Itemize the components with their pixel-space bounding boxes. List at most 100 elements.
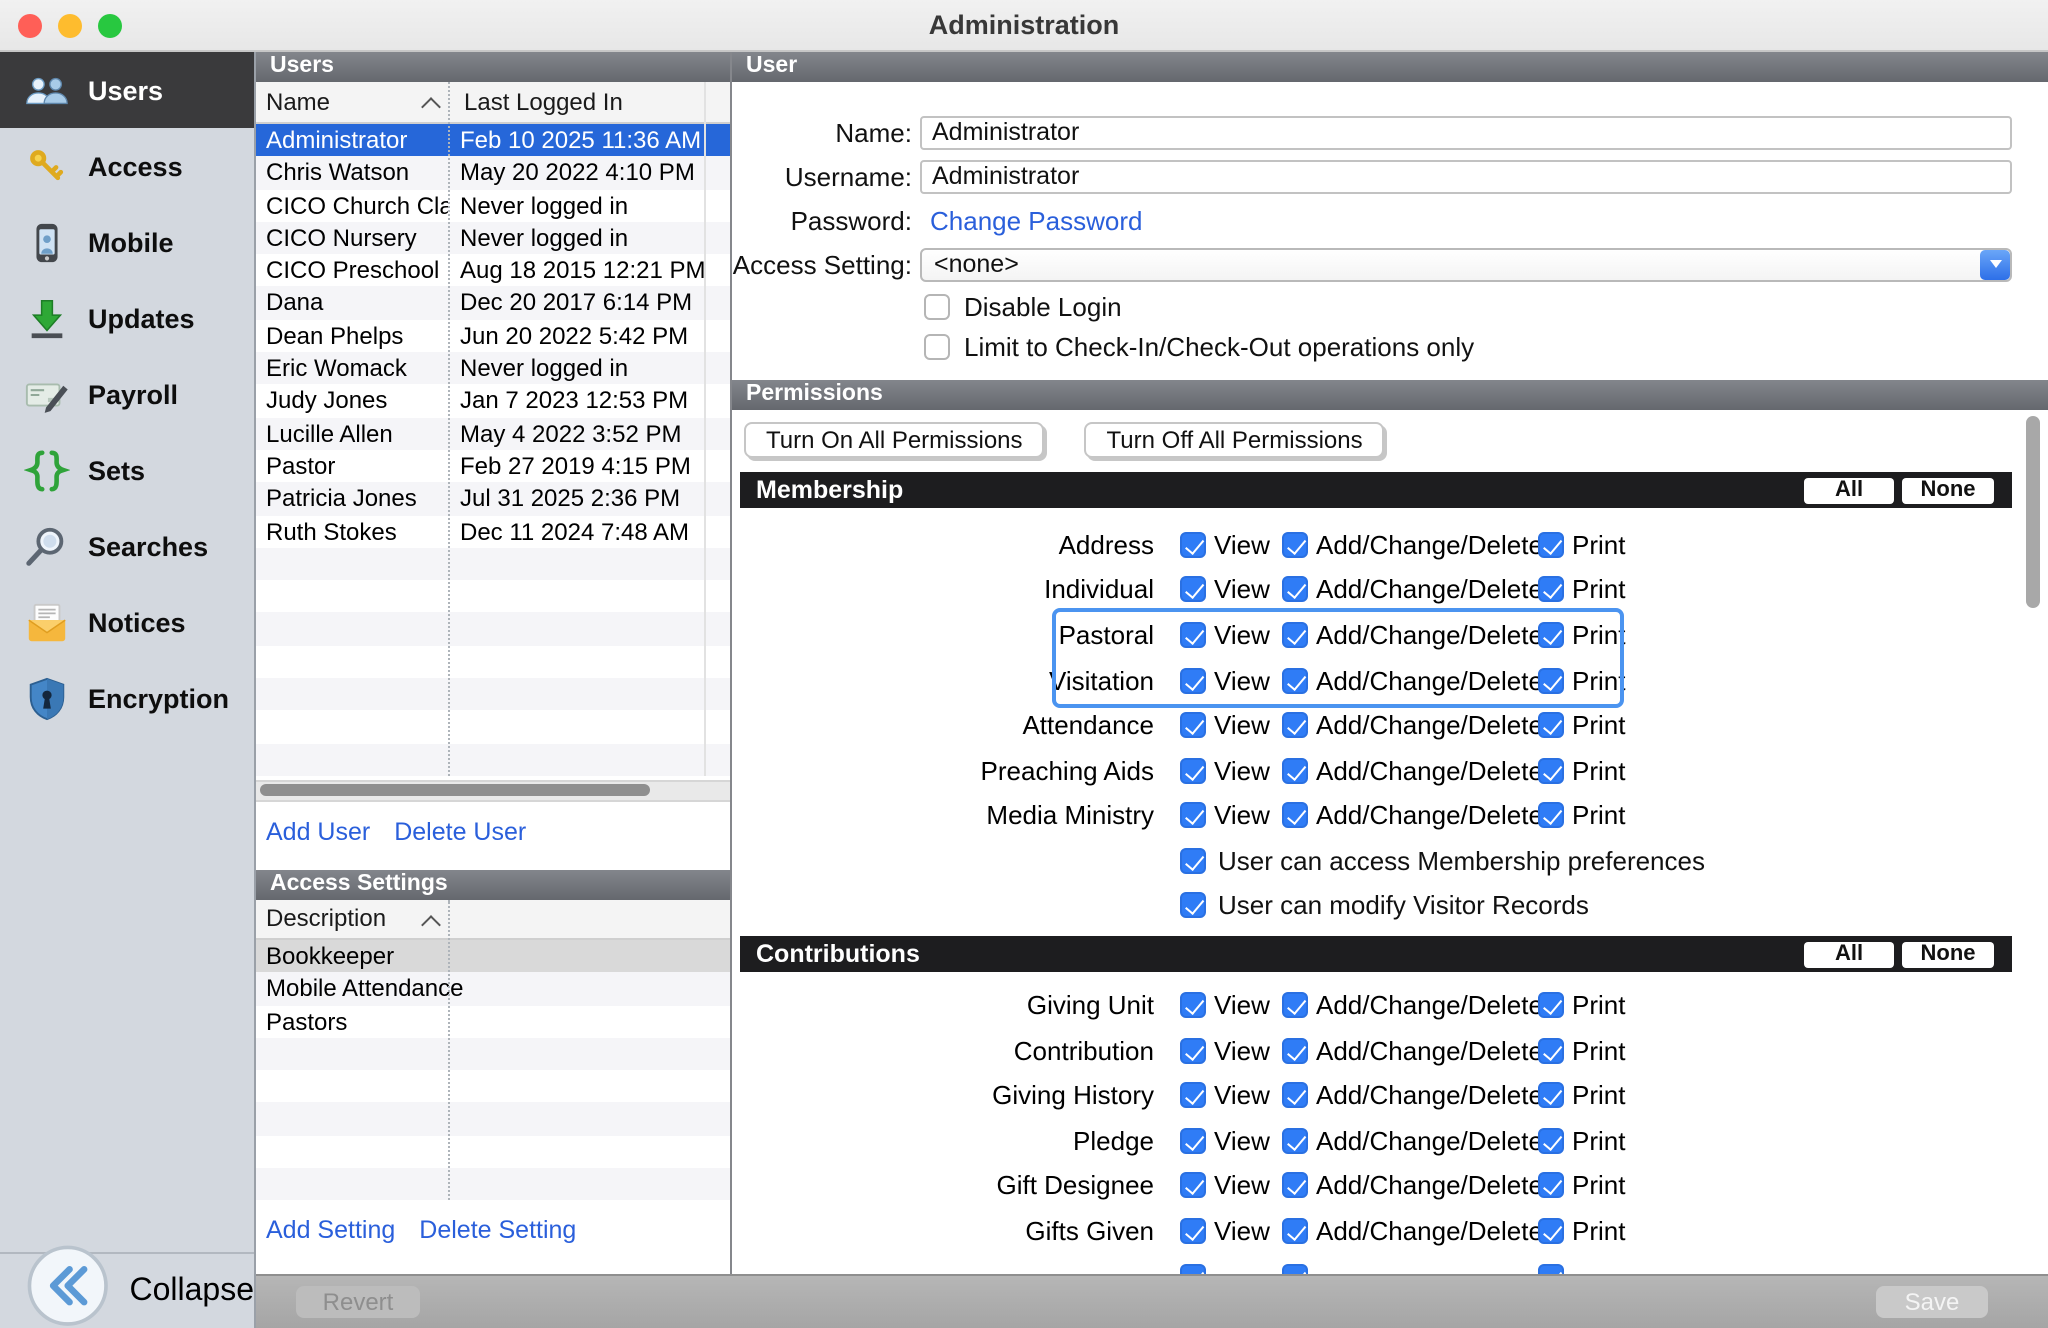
view-checkbox[interactable] [1180,1173,1206,1199]
add-change-delete-checkbox[interactable] [1282,532,1308,558]
view-checkbox[interactable] [1180,622,1206,648]
disable-login-checkbox[interactable] [924,293,950,319]
delete-user-link[interactable]: Delete User [394,818,526,846]
user-row[interactable]: PastorFeb 27 2019 4:15 PM [256,450,730,483]
empty-row[interactable] [256,711,730,744]
view-checkbox[interactable] [1180,1082,1206,1108]
add-change-delete-checkbox[interactable] [1282,577,1308,603]
empty-row[interactable] [256,743,730,776]
access-setting-row[interactable]: Pastors [256,1005,730,1038]
revert-button[interactable]: Revert [296,1286,420,1318]
print-checkbox[interactable] [1538,1037,1564,1063]
empty-row[interactable] [256,1038,730,1071]
column-header-description[interactable]: Description [256,905,386,933]
user-row[interactable]: Chris WatsonMay 20 2022 4:10 PM [256,157,730,190]
add-setting-link[interactable]: Add Setting [266,1217,395,1245]
view-checkbox[interactable] [1180,992,1206,1018]
save-button[interactable]: Save [1876,1286,1988,1318]
view-checkbox[interactable] [1180,1127,1206,1153]
view-checkbox[interactable] [1180,1037,1206,1063]
print-checkbox[interactable] [1538,1127,1564,1153]
add-change-delete-checkbox[interactable] [1282,622,1308,648]
user-row[interactable]: Ruth StokesDec 11 2024 7:48 AM [256,515,730,548]
print-checkbox[interactable] [1538,1173,1564,1199]
modify-visitor-records-checkbox[interactable] [1180,891,1206,917]
add-change-delete-checkbox[interactable] [1282,667,1308,693]
print-checkbox[interactable] [1538,667,1564,693]
delete-setting-link[interactable]: Delete Setting [419,1217,576,1245]
user-row[interactable]: Eric WomackNever logged in [256,352,730,385]
user-row[interactable]: Judy JonesJan 7 2023 12:53 PM [256,385,730,418]
view-checkbox[interactable] [1180,532,1206,558]
sidebar-item-notices[interactable]: Notices [0,584,254,660]
chevron-down-icon[interactable] [1980,249,2010,279]
add-change-delete-checkbox[interactable] [1282,803,1308,829]
sidebar-item-mobile[interactable]: Mobile [0,204,254,280]
sidebar-item-users[interactable]: Users [0,52,254,128]
add-change-delete-checkbox[interactable] [1282,992,1308,1018]
user-row[interactable]: CICO PreschoolAug 18 2015 12:21 PM [256,254,730,287]
sidebar-item-payroll[interactable]: Payroll [0,356,254,432]
view-checkbox[interactable] [1180,712,1206,738]
collapse-button[interactable]: Collapse [0,1252,254,1328]
add-change-delete-checkbox[interactable] [1282,712,1308,738]
user-row[interactable]: AdministratorFeb 10 2025 11:36 AM [256,124,730,157]
access-setting-row[interactable]: Mobile Attendance [256,972,730,1005]
sidebar-item-searches[interactable]: Searches [0,508,254,584]
turn-off-all-permissions-button[interactable]: Turn Off All Permissions [1085,422,1385,458]
contributions-none-button[interactable]: None [1902,941,1994,967]
print-checkbox[interactable] [1538,1263,1564,1274]
view-checkbox[interactable] [1180,1218,1206,1244]
username-input[interactable] [920,159,2012,193]
empty-row[interactable] [256,580,730,613]
add-change-delete-checkbox[interactable] [1282,1037,1308,1063]
print-checkbox[interactable] [1538,712,1564,738]
sidebar-item-sets[interactable]: Sets [0,432,254,508]
empty-row[interactable] [256,646,730,679]
name-input[interactable] [920,115,2012,149]
add-change-delete-checkbox[interactable] [1282,1173,1308,1199]
access-setting-dropdown[interactable]: <none> [920,247,2012,281]
empty-row[interactable] [256,1135,730,1168]
print-checkbox[interactable] [1538,803,1564,829]
add-change-delete-checkbox[interactable] [1282,758,1308,784]
horizontal-scrollbar[interactable] [256,780,730,802]
print-checkbox[interactable] [1538,577,1564,603]
access-setting-row[interactable]: Bookkeeper [256,940,730,973]
print-checkbox[interactable] [1538,532,1564,558]
view-checkbox[interactable] [1180,758,1206,784]
horizontal-scrollbar-thumb[interactable] [260,784,650,796]
user-row[interactable]: CICO Church ClassNever logged in [256,189,730,222]
add-change-delete-checkbox[interactable] [1282,1263,1308,1274]
print-checkbox[interactable] [1538,1082,1564,1108]
contributions-all-button[interactable]: All [1804,941,1894,967]
column-header-name[interactable]: Name [256,88,330,116]
user-row[interactable]: DanaDec 20 2017 6:14 PM [256,287,730,320]
view-checkbox[interactable] [1180,667,1206,693]
user-row[interactable]: Patricia JonesJul 31 2025 2:36 PM [256,483,730,516]
change-password-link[interactable]: Change Password [930,205,1142,235]
limit-cico-checkbox[interactable] [924,333,950,359]
sidebar-item-updates[interactable]: Updates [0,280,254,356]
empty-row[interactable] [256,613,730,646]
membership-all-button[interactable]: All [1804,477,1894,503]
empty-row[interactable] [256,1070,730,1103]
user-row[interactable]: Dean PhelpsJun 20 2022 5:42 PM [256,320,730,353]
view-checkbox[interactable] [1180,803,1206,829]
add-user-link[interactable]: Add User [266,818,370,846]
empty-row[interactable] [256,548,730,581]
print-checkbox[interactable] [1538,1218,1564,1244]
add-change-delete-checkbox[interactable] [1282,1218,1308,1244]
sidebar-item-access[interactable]: Access [0,128,254,204]
print-checkbox[interactable] [1538,622,1564,648]
empty-row[interactable] [256,1103,730,1136]
add-change-delete-checkbox[interactable] [1282,1127,1308,1153]
membership-preferences-checkbox[interactable] [1180,847,1206,873]
turn-on-all-permissions-button[interactable]: Turn On All Permissions [744,422,1045,458]
vertical-scrollbar[interactable] [2026,416,2040,608]
empty-row[interactable] [256,678,730,711]
empty-row[interactable] [256,1168,730,1201]
user-row[interactable]: Lucille AllenMay 4 2022 3:52 PM [256,417,730,450]
membership-none-button[interactable]: None [1902,477,1994,503]
print-checkbox[interactable] [1538,992,1564,1018]
